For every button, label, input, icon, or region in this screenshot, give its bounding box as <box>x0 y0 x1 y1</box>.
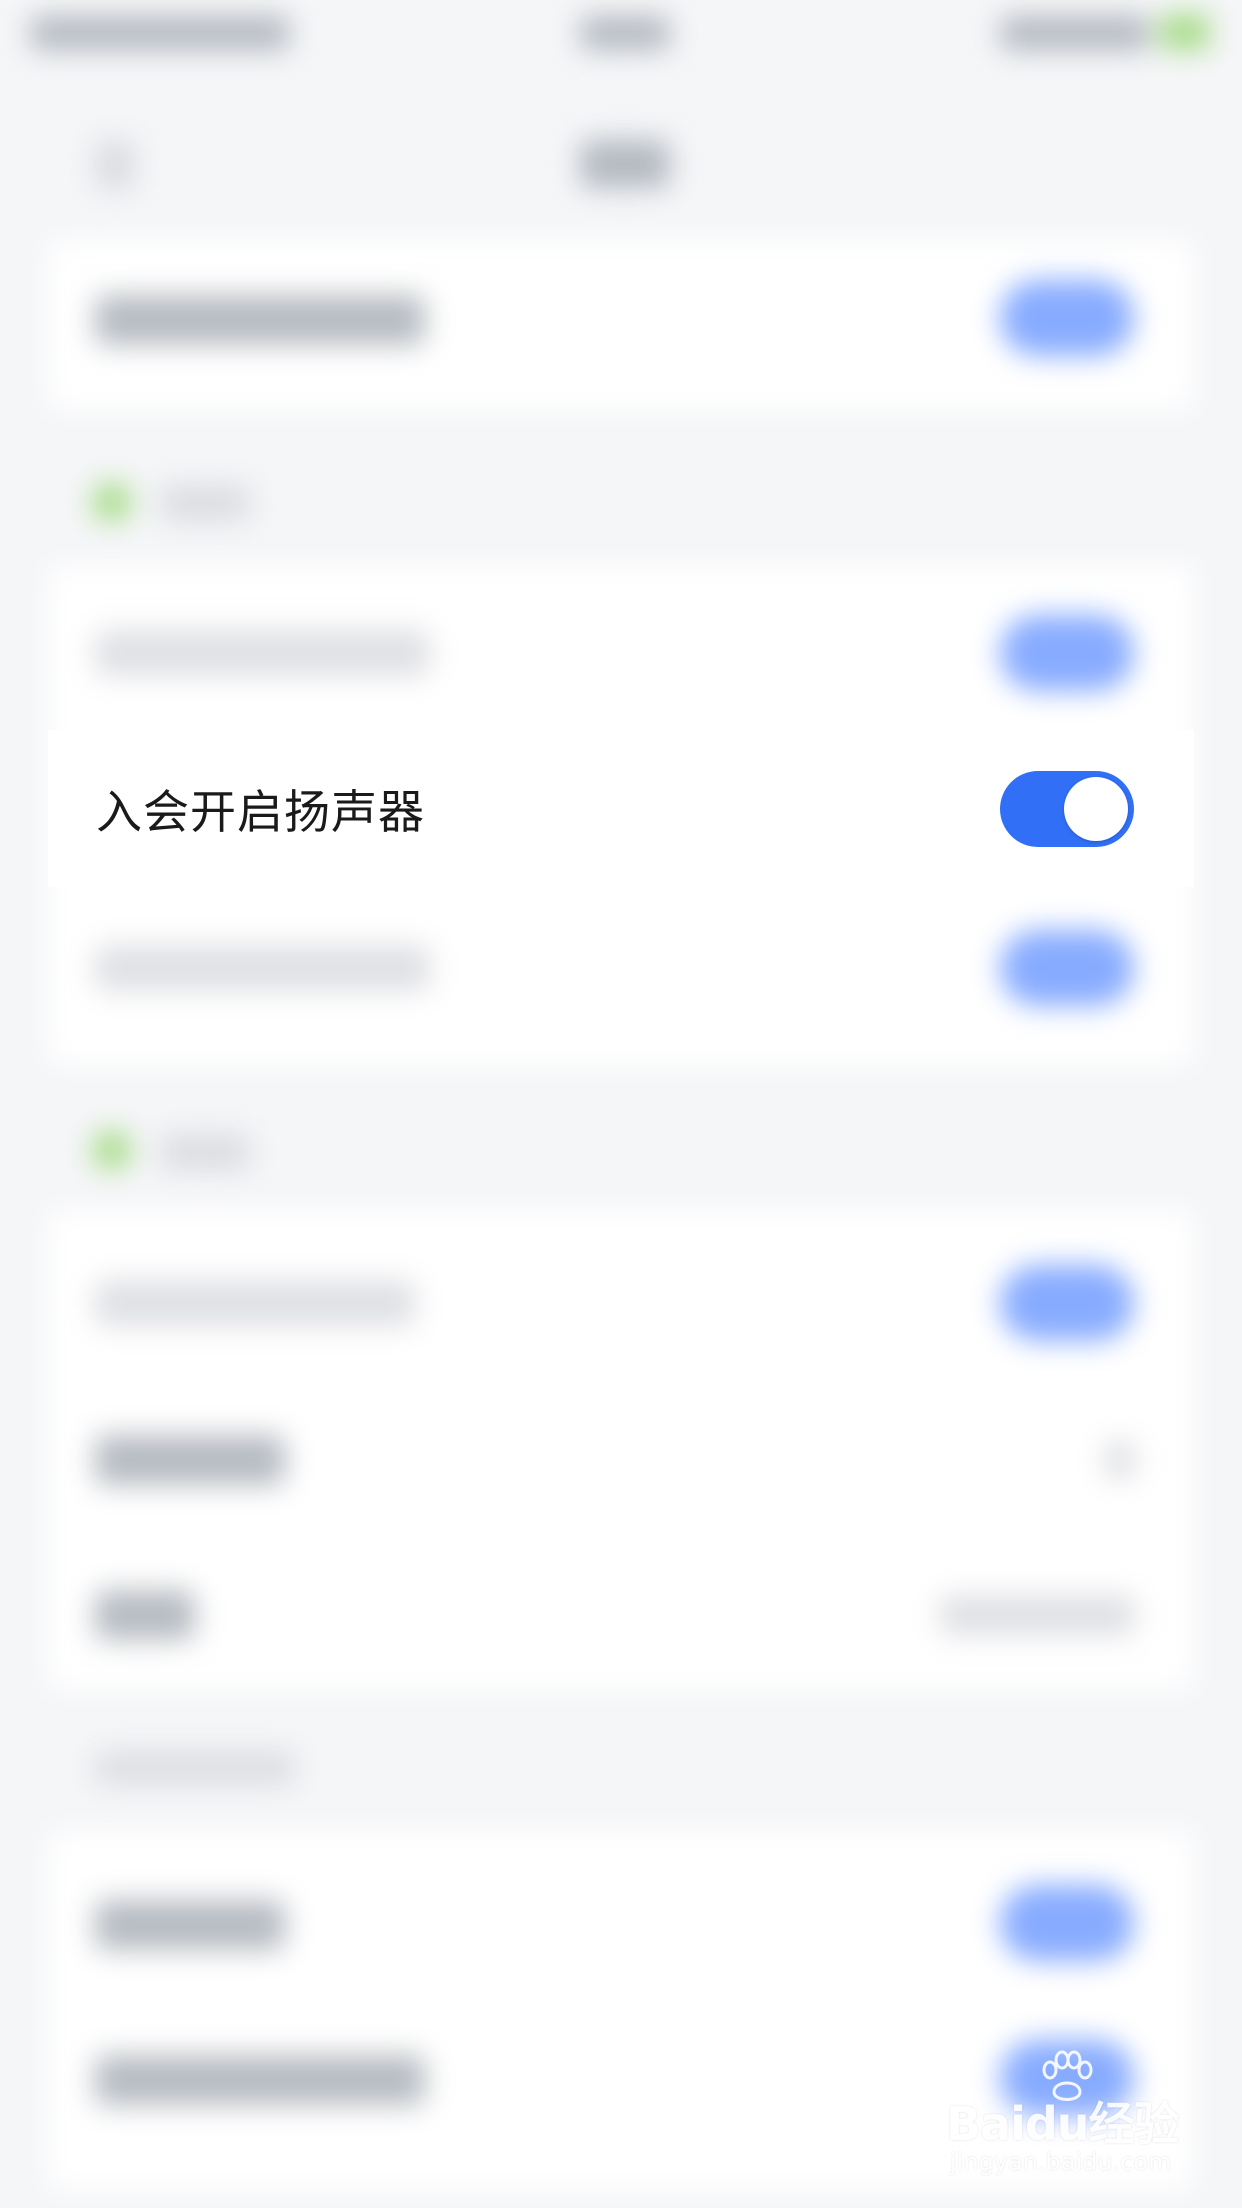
section-2-icon <box>92 1130 132 1170</box>
setting-row-5-toggle <box>1000 1265 1134 1341</box>
setting-row-4-label <box>95 945 430 991</box>
setting-row-1-label <box>95 295 425 345</box>
setting-row-8-label <box>95 1900 285 1950</box>
status-bar-battery-fill <box>1160 14 1210 50</box>
section-1-title <box>160 485 250 521</box>
setting-row-7-label <box>95 1590 195 1640</box>
watermark-url: jingyan.baidu.com <box>950 2148 1172 2176</box>
nav-title <box>580 140 670 188</box>
setting-row-1-toggle <box>1000 280 1134 356</box>
setting-label: 入会开启扬声器 <box>96 784 425 839</box>
back-arrow-icon <box>95 140 135 190</box>
status-bar-carrier <box>30 16 290 50</box>
toggle-thumb <box>1064 776 1128 841</box>
setting-row-4-toggle <box>1000 930 1134 1006</box>
setting-row-2-label <box>95 630 430 676</box>
status-bar-battery <box>1000 16 1150 50</box>
setting-row-speaker-on-join: 入会开启扬声器 <box>48 730 1194 887</box>
setting-row-7-value <box>940 1595 1135 1635</box>
watermark-brand: Baidu经验 <box>946 2097 1180 2151</box>
status-bar-time <box>580 16 670 50</box>
setting-row-5-label <box>95 1280 415 1326</box>
section-2-title <box>160 1134 250 1170</box>
blurred-background <box>0 0 1242 2208</box>
setting-row-6-label <box>95 1435 285 1485</box>
setting-row-6-chevron <box>1105 1440 1135 1480</box>
setting-row-2-toggle <box>1000 615 1134 691</box>
speaker-on-join-toggle[interactable] <box>1000 770 1134 847</box>
section-3-hint <box>95 1752 295 1784</box>
section-1-icon <box>92 482 132 522</box>
setting-row-9-label <box>95 2055 425 2105</box>
watermark: Baidu经验 jingyan.baidu.com <box>946 2048 1180 2178</box>
setting-row-8-toggle <box>1000 1885 1134 1961</box>
